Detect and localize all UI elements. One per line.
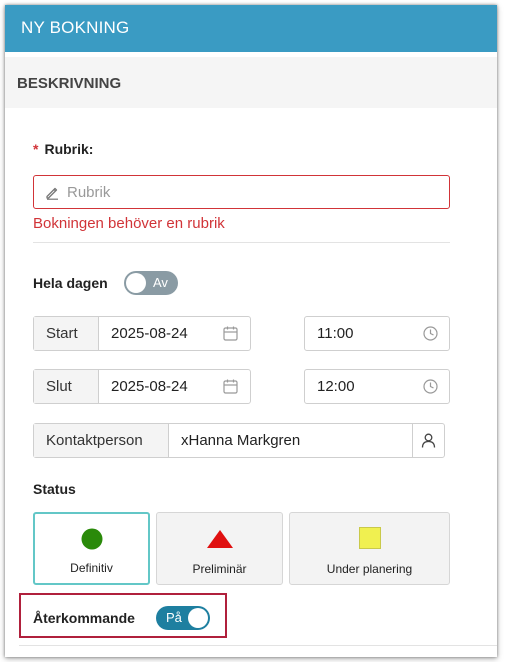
rubrik-error-message: Bokningen behöver en rubrik xyxy=(33,215,225,232)
toggle-knob xyxy=(188,608,208,628)
contact-group: Kontaktperson xHanna Markgren xyxy=(33,423,445,458)
all-day-label: Hela dagen xyxy=(33,275,108,291)
toggle-knob xyxy=(126,273,146,293)
all-day-toggle-text: Av xyxy=(153,275,168,290)
status-option-label: Definitiv xyxy=(70,561,113,575)
end-date-group: Slut 2025-08-24 xyxy=(33,369,251,404)
contact-input[interactable]: xHanna Markgren xyxy=(181,424,300,457)
end-date-input[interactable]: 2025-08-24 xyxy=(111,370,188,403)
recurring-toggle[interactable]: På xyxy=(156,606,210,630)
person-icon[interactable] xyxy=(420,432,437,449)
start-time-input[interactable]: 11:00 xyxy=(304,316,450,351)
calendar-icon[interactable] xyxy=(222,378,239,395)
contact-label: Kontaktperson xyxy=(34,424,169,457)
status-option-label: Preliminär xyxy=(192,562,247,576)
start-date-input[interactable]: 2025-08-24 xyxy=(111,317,188,350)
pencil-icon xyxy=(46,187,58,200)
dialog-title: NY BOKNING xyxy=(21,18,130,37)
rubrik-label: * Rubrik: xyxy=(33,141,93,157)
status-label: Status xyxy=(33,481,76,497)
end-label: Slut xyxy=(34,370,99,403)
end-time-value: 12:00 xyxy=(317,378,355,395)
end-time-input[interactable]: 12:00 xyxy=(304,369,450,404)
contact-separator xyxy=(412,424,413,457)
status-option-definitiv[interactable]: Definitiv xyxy=(33,512,150,585)
start-date-group: Start 2025-08-24 xyxy=(33,316,251,351)
required-mark: * xyxy=(33,141,39,157)
all-day-toggle[interactable]: Av xyxy=(124,271,178,295)
divider xyxy=(33,242,450,243)
dialog-header: NY BOKNING xyxy=(5,5,497,52)
red-triangle-icon xyxy=(206,530,233,548)
start-time-value: 11:00 xyxy=(317,325,354,342)
clock-icon xyxy=(423,379,438,394)
rubrik-placeholder: Rubrik xyxy=(67,184,111,201)
clock-icon xyxy=(423,326,438,341)
rubrik-label-colon: : xyxy=(88,141,94,157)
section-header: BESKRIVNING xyxy=(5,57,497,108)
status-option-preliminar[interactable]: Preliminär xyxy=(156,512,283,585)
green-circle-icon xyxy=(81,528,102,550)
recurring-toggle-text: På xyxy=(166,610,182,625)
section-title: BESKRIVNING xyxy=(17,75,122,92)
start-label: Start xyxy=(34,317,99,350)
divider xyxy=(19,645,497,646)
recurring-label: Återkommande xyxy=(33,610,135,626)
status-option-label: Under planering xyxy=(326,562,413,576)
rubrik-input[interactable]: Rubrik xyxy=(33,175,450,209)
rubrik-label-text: Rubrik xyxy=(44,141,89,157)
yellow-square-icon xyxy=(358,527,381,549)
status-option-under-planering[interactable]: Under planering xyxy=(289,512,450,585)
calendar-icon[interactable] xyxy=(222,325,239,342)
booking-dialog: NY BOKNING BESKRIVNING * Rubrik: Rubrik B… xyxy=(5,5,497,657)
